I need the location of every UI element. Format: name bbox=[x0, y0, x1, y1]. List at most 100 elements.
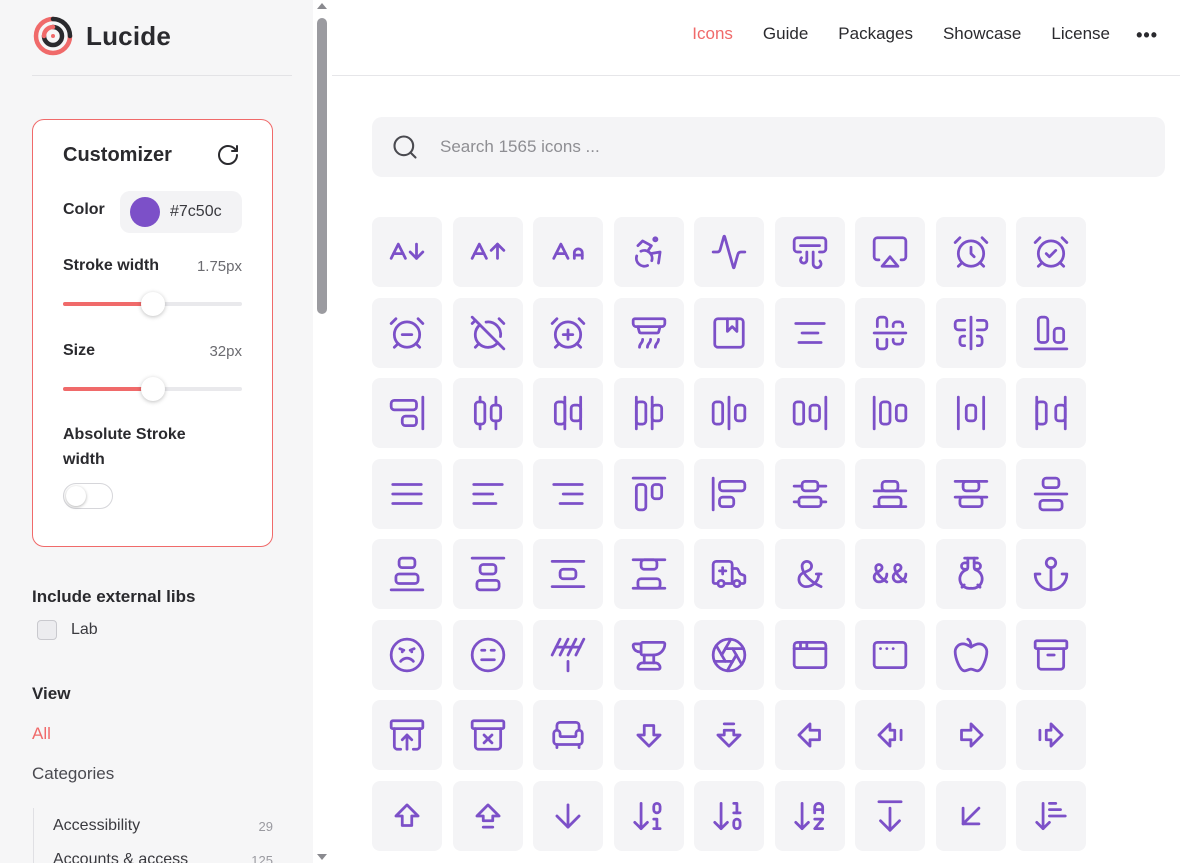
icon-tile-align-horizontal-distribute-start[interactable] bbox=[613, 378, 684, 448]
icon-tile-amphora[interactable] bbox=[935, 539, 1006, 609]
icon-tile-align-vertical-justify-center[interactable] bbox=[1016, 458, 1086, 529]
icon-tile-align-vertical-justify-start[interactable] bbox=[452, 539, 523, 609]
view-all-link[interactable]: All bbox=[32, 724, 51, 744]
icon-tile-antenna[interactable] bbox=[533, 619, 603, 690]
icon-tile-album[interactable] bbox=[694, 297, 764, 368]
size-slider[interactable] bbox=[63, 377, 242, 401]
icon-tile-alarm-clock[interactable] bbox=[935, 217, 1006, 287]
icon-tile-align-vertical-distribute-end[interactable] bbox=[855, 458, 925, 529]
icon-tile-alarm-smoke[interactable] bbox=[613, 297, 684, 368]
icon-tile-angry[interactable] bbox=[372, 619, 442, 690]
icon-tile-arrow-big-left-dash[interactable] bbox=[855, 700, 925, 770]
icon-tile-app-window-mac[interactable] bbox=[855, 619, 925, 690]
icon-tile-align-horizontal-space-between[interactable] bbox=[1016, 378, 1086, 448]
icon-tile-archive-x[interactable] bbox=[452, 700, 523, 770]
slider-fill bbox=[63, 302, 153, 306]
scroll-thumb[interactable] bbox=[317, 18, 327, 314]
icon-tile-align-horizontal-distribute-end[interactable] bbox=[533, 378, 603, 448]
icon-tile-apple[interactable] bbox=[935, 619, 1006, 690]
icon-tile-align-center-vertical[interactable] bbox=[935, 297, 1006, 368]
color-picker[interactable]: #7c50c bbox=[120, 191, 242, 233]
icon-tile-archive[interactable] bbox=[1016, 619, 1086, 690]
icon-tile-airplay[interactable] bbox=[855, 217, 925, 287]
icon-tile-ampersand[interactable] bbox=[774, 539, 845, 609]
search-bar[interactable] bbox=[372, 117, 1165, 177]
icon-tile-arrow-down-left[interactable] bbox=[935, 780, 1006, 851]
view-categories-link[interactable]: Categories bbox=[32, 764, 114, 784]
search-input[interactable] bbox=[438, 136, 1038, 158]
icon-tile-a-arrow-down[interactable] bbox=[372, 217, 442, 287]
icon-tile-arrow-down-0-1[interactable] bbox=[613, 780, 684, 851]
nav-link-icons[interactable]: Icons bbox=[692, 24, 733, 44]
icon-tile-align-vertical-distribute-start[interactable] bbox=[935, 458, 1006, 529]
absolute-stroke-toggle[interactable] bbox=[63, 483, 113, 509]
icon-tile-arrow-down-narrow-wide[interactable] bbox=[1016, 780, 1086, 851]
slider-thumb[interactable] bbox=[140, 292, 165, 316]
scroll-down-icon[interactable] bbox=[317, 854, 327, 860]
stroke-width-slider[interactable] bbox=[63, 292, 242, 316]
icon-tile-arrow-down[interactable] bbox=[533, 780, 603, 851]
nav-link-packages[interactable]: Packages bbox=[838, 24, 913, 44]
icon-tile-align-end-horizontal[interactable] bbox=[1016, 297, 1086, 368]
icon-tile-arrow-big-right-dash[interactable] bbox=[1016, 700, 1086, 770]
icon-tile-align-right[interactable] bbox=[533, 458, 603, 529]
more-menu-icon[interactable]: ••• bbox=[1136, 25, 1158, 46]
icon-tile-alarm-clock-check[interactable] bbox=[1016, 217, 1086, 287]
icon-tile-ambulance[interactable] bbox=[694, 539, 764, 609]
icon-tile-archive-restore[interactable] bbox=[372, 700, 442, 770]
icon-tile-arrow-big-down-dash[interactable] bbox=[694, 700, 764, 770]
icon-tile-align-vertical-space-between[interactable] bbox=[613, 539, 684, 609]
icon-tile-align-horizontal-space-around[interactable] bbox=[935, 378, 1006, 448]
icon-tile-arrow-big-right[interactable] bbox=[935, 700, 1006, 770]
icon-tile-align-vertical-distribute-center[interactable] bbox=[774, 458, 845, 529]
icon-tile-arrow-down-a-z[interactable] bbox=[774, 780, 845, 851]
icon-tile-arrow-big-left[interactable] bbox=[774, 700, 845, 770]
scroll-up-icon[interactable] bbox=[317, 3, 327, 9]
reset-button[interactable] bbox=[215, 142, 241, 168]
icon-tile-air-vent[interactable] bbox=[774, 217, 845, 287]
icon-tile-activity[interactable] bbox=[694, 217, 764, 287]
icon-tile-armchair[interactable] bbox=[533, 700, 603, 770]
icon-tile-align-horizontal-justify-center[interactable] bbox=[694, 378, 764, 448]
icon-tile-align-center-horizontal[interactable] bbox=[855, 297, 925, 368]
icon-tile-anvil[interactable] bbox=[613, 619, 684, 690]
icon-tile-arrow-down-1-0[interactable] bbox=[694, 780, 764, 851]
icon-tile-align-left[interactable] bbox=[452, 458, 523, 529]
icon-tile-accessibility[interactable] bbox=[613, 217, 684, 287]
category-item-accounts-access[interactable]: Accounts & access 125 bbox=[53, 851, 273, 863]
icon-tile-arrow-big-up[interactable] bbox=[372, 780, 442, 851]
nav-link-showcase[interactable]: Showcase bbox=[943, 24, 1021, 44]
icon-tile-a-arrow-up[interactable] bbox=[452, 217, 523, 287]
lab-checkbox[interactable] bbox=[37, 620, 57, 640]
icon-tile-a-large-small[interactable] bbox=[533, 217, 603, 287]
nav-link-guide[interactable]: Guide bbox=[763, 24, 808, 44]
icon-tile-aperture[interactable] bbox=[694, 619, 764, 690]
icon-tile-align-horizontal-justify-start[interactable] bbox=[855, 378, 925, 448]
icon-tile-align-start-vertical[interactable] bbox=[694, 458, 764, 529]
icon-tile-align-vertical-space-around[interactable] bbox=[533, 539, 603, 609]
icon-tile-align-horizontal-distribute-center[interactable] bbox=[452, 378, 523, 448]
icon-tile-align-start-horizontal[interactable] bbox=[613, 458, 684, 529]
icon-tile-annoyed[interactable] bbox=[452, 619, 523, 690]
nav-link-license[interactable]: License bbox=[1051, 24, 1110, 44]
icon-tile-align-horizontal-justify-end[interactable] bbox=[774, 378, 845, 448]
icon-tile-arrow-big-up-dash[interactable] bbox=[452, 780, 523, 851]
icon-tile-align-justify[interactable] bbox=[372, 458, 442, 529]
slider-thumb[interactable] bbox=[140, 377, 165, 401]
icon-tile-arrow-down-from-line[interactable] bbox=[855, 780, 925, 851]
icon-tile-anchor[interactable] bbox=[1016, 539, 1086, 609]
icon-tile-alarm-clock-off[interactable] bbox=[452, 297, 523, 368]
sidebar-scrollbar[interactable] bbox=[313, 0, 331, 863]
icon-tile-app-window[interactable] bbox=[774, 619, 845, 690]
brand[interactable]: Lucide bbox=[32, 15, 171, 57]
icon-tile-alarm-clock-plus[interactable] bbox=[533, 297, 603, 368]
icon-tile-align-vertical-justify-end[interactable] bbox=[372, 539, 442, 609]
icon-tile-ampersands[interactable] bbox=[855, 539, 925, 609]
icon-tile-align-end-vertical[interactable] bbox=[372, 378, 442, 448]
icon-tile-alarm-clock-minus[interactable] bbox=[372, 297, 442, 368]
category-item-accessibility[interactable]: Accessibility 29 bbox=[53, 817, 273, 835]
icon-tile-align-center[interactable] bbox=[774, 297, 845, 368]
align-vertical-justify-end-icon bbox=[389, 556, 425, 592]
icon-tile-arrow-big-down[interactable] bbox=[613, 700, 684, 770]
lab-checkbox-row[interactable]: Lab bbox=[37, 620, 98, 640]
